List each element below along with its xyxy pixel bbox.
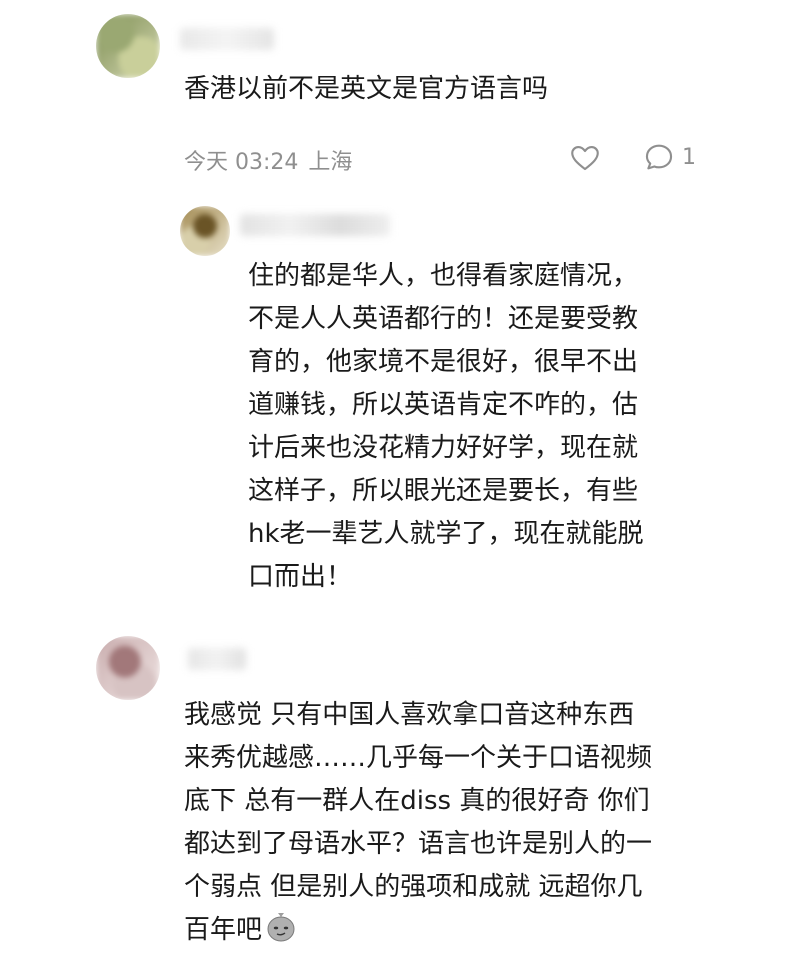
comment-date: 今天 03:24 (184, 150, 299, 175)
comment-bubble-icon (645, 144, 673, 170)
username-redacted[interactable] (180, 28, 274, 50)
reply-text: 住的都是华人，也得看家庭情况， 不是人人英语都行的！还是要受教 育的，他家境不是… (248, 261, 644, 592)
comment-text: 香港以前不是英文是官方语言吗 (184, 74, 549, 104)
reply-avatar[interactable] (180, 206, 230, 256)
reply-button[interactable]: 1 (642, 140, 696, 174)
comment-text: 我感觉 只有中国人喜欢拿口音这种东西 来秀优越感……几乎每一个关于口语视频 底下… (184, 694, 652, 952)
username-redacted[interactable] (188, 648, 246, 670)
avatar[interactable] (96, 636, 160, 700)
comment-location: 上海 (308, 150, 353, 175)
reply-count: 1 (682, 144, 696, 170)
smirk-bag-emoji-icon (267, 913, 295, 942)
like-button[interactable] (568, 140, 602, 174)
reply-username-redacted[interactable] (240, 214, 390, 236)
comment-actions: 1 (568, 140, 696, 174)
comment-meta: 今天 03:24 上海 (184, 144, 352, 176)
comment-text-body: 我感觉 只有中国人喜欢拿口音这种东西 来秀优越感……几乎每一个关于口语视频 底下… (184, 700, 653, 945)
avatar[interactable] (96, 14, 160, 78)
heart-icon (571, 146, 599, 171)
